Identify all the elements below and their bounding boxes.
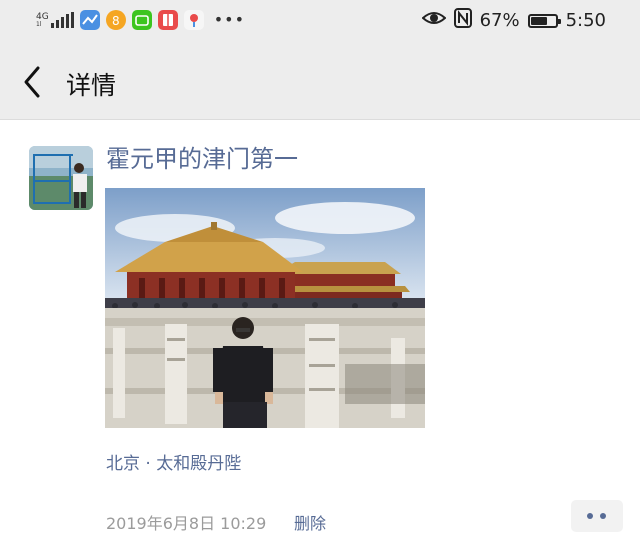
eye-icon bbox=[421, 9, 447, 32]
more-actions-button[interactable] bbox=[571, 500, 623, 532]
more-dots-icon-dot bbox=[600, 513, 606, 519]
nav-bar: 详情 bbox=[0, 44, 640, 120]
palace-photo bbox=[105, 188, 425, 428]
app-icon-red bbox=[157, 10, 178, 30]
post-timestamp: 2019年6月8日 10:29 bbox=[106, 514, 267, 533]
chevron-left-icon bbox=[24, 66, 40, 98]
more-notifications-icon: ••• bbox=[213, 10, 246, 29]
status-bar: 4G 1l 8 ••• 67% 5:50 bbox=[0, 0, 640, 44]
status-right: 67% 5:50 bbox=[421, 8, 606, 33]
page-title: 详情 bbox=[66, 71, 117, 100]
status-left: 4G 1l 8 ••• bbox=[36, 10, 245, 30]
location-link[interactable]: 北京 · 太和殿丹陛 bbox=[106, 449, 241, 474]
signal-icon: 4G 1l bbox=[36, 12, 74, 28]
nfc-icon bbox=[453, 8, 472, 33]
app-icon-blue bbox=[79, 10, 100, 30]
delete-button[interactable]: 删除 bbox=[294, 510, 326, 534]
avatar[interactable] bbox=[29, 146, 93, 210]
battery-icon bbox=[527, 13, 561, 28]
app-icon-orange: 8 bbox=[105, 10, 126, 30]
post-photo[interactable] bbox=[105, 188, 425, 428]
svg-text:8: 8 bbox=[112, 14, 120, 28]
author-name[interactable]: 霍元甲的津门第一 bbox=[106, 139, 298, 174]
clock: 5:50 bbox=[565, 10, 606, 31]
back-button[interactable] bbox=[16, 62, 52, 102]
battery-percent: 67% bbox=[479, 10, 520, 31]
more-dots-icon bbox=[587, 513, 593, 519]
app-icon-green bbox=[131, 10, 152, 30]
app-icon-pin bbox=[183, 10, 204, 30]
